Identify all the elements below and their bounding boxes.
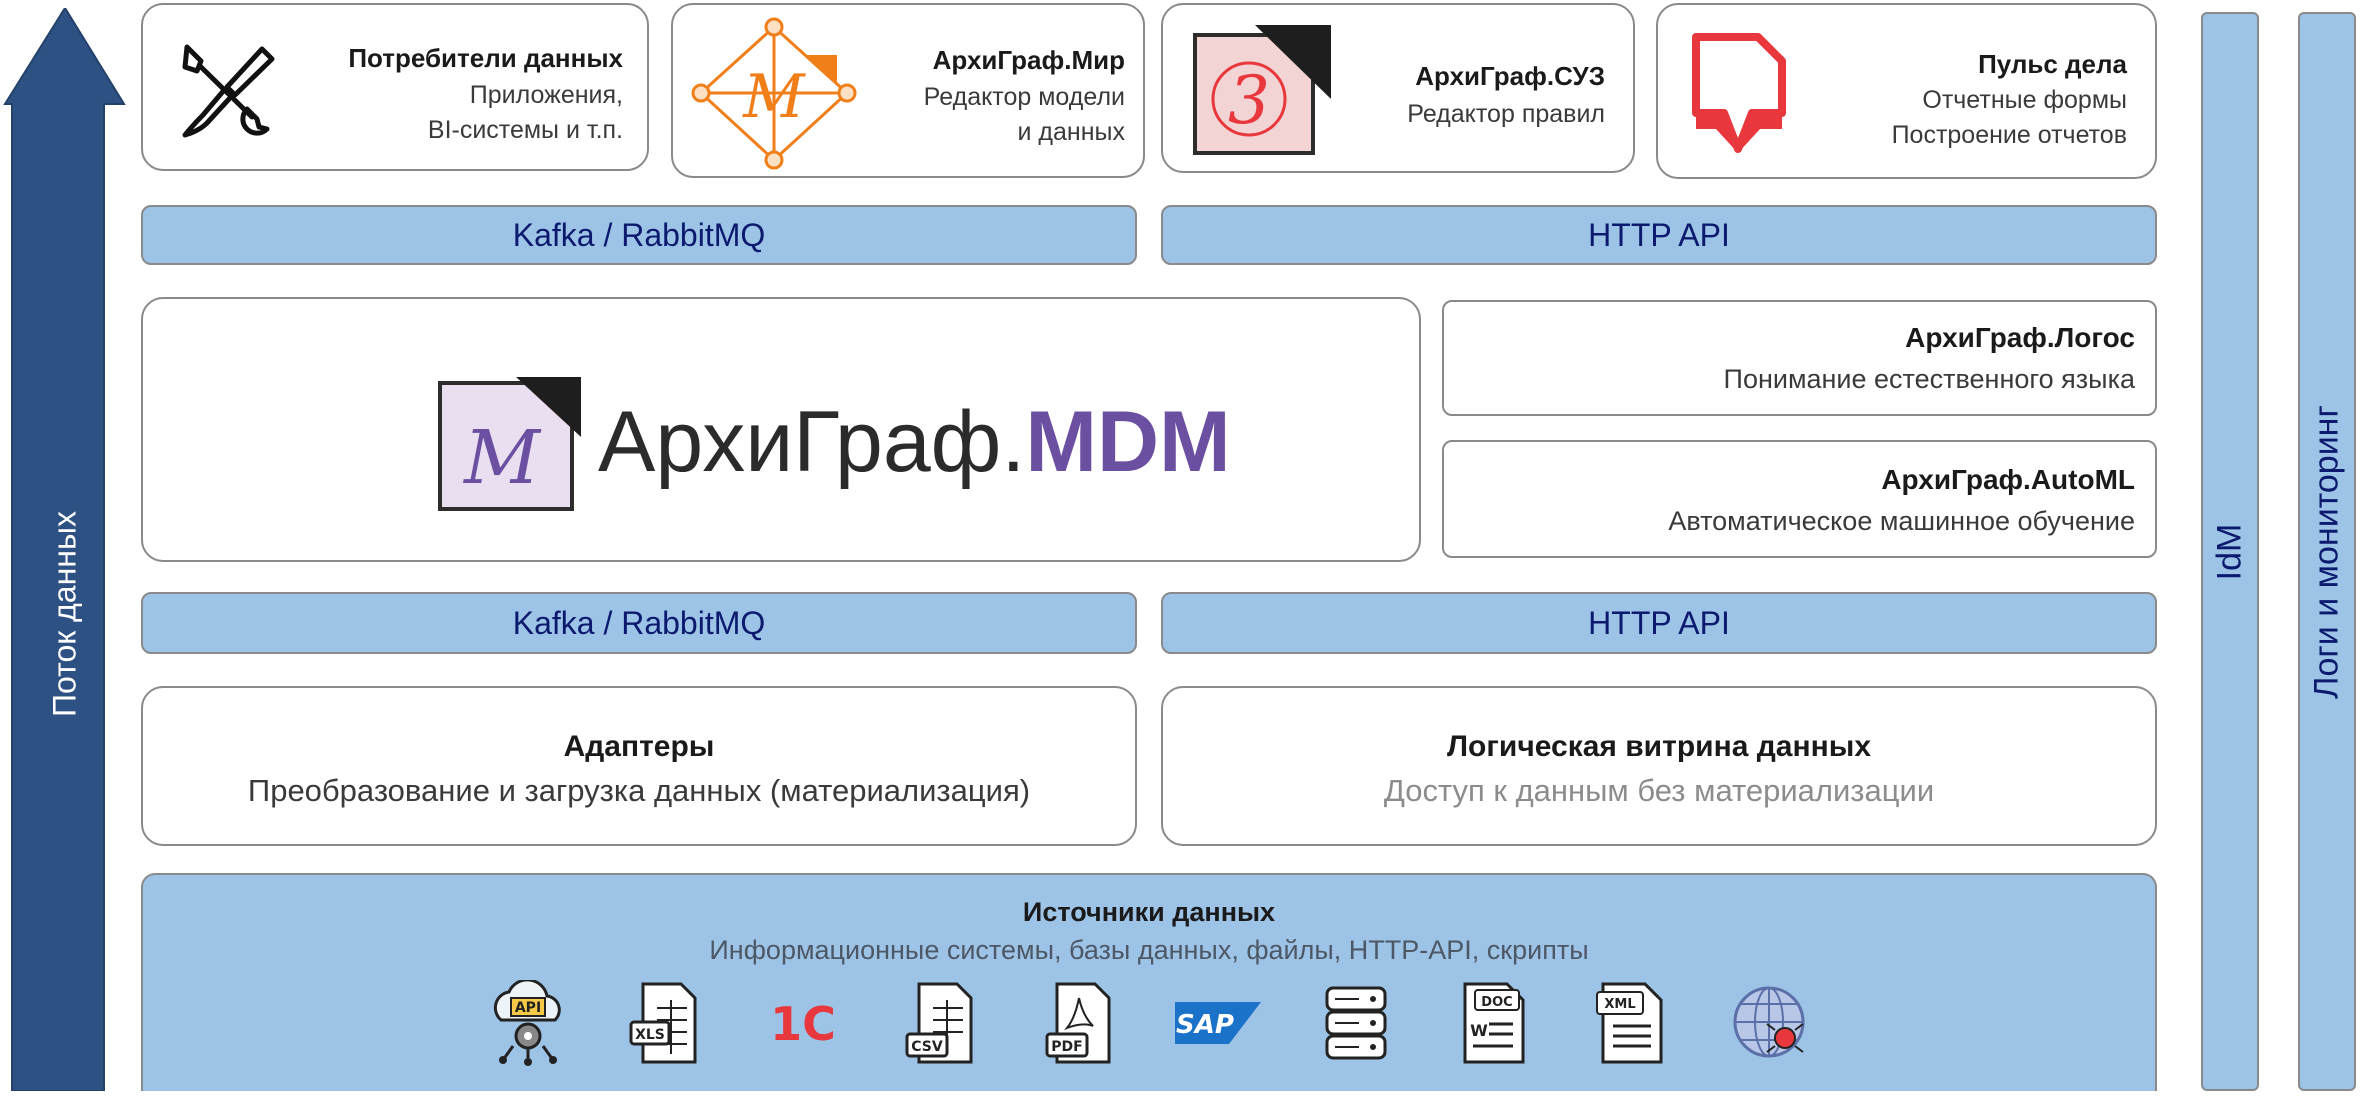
wordmark-suffix: MDM	[1025, 394, 1231, 490]
archigraph-logos-sub: Понимание естественного языка	[1723, 364, 2135, 394]
archigraph-mir-logo: M	[691, 17, 857, 170]
logical-showcase-card: Логическая витрина данных Доступ к данны…	[1161, 686, 2157, 846]
data-consumers-card: Потребители данных Приложения, BI-систем…	[141, 3, 649, 171]
kafka-rabbitmq-bar-bottom: Kafka / RabbitMQ	[141, 592, 1137, 654]
xls-file-icon: XLS	[621, 980, 711, 1066]
csv-icon-label: CSV	[911, 1039, 943, 1055]
svg-text:M: M	[462, 415, 542, 501]
archigraph-automl-sub: Автоматическое машинное обучение	[1668, 506, 2135, 536]
logs-monitoring-label: Логи и мониторинг	[2307, 404, 2346, 699]
sap-logo-label: SAP	[1176, 1010, 1234, 1040]
data-source-icons: API XLS 1С CSV PDF SAP DOC W XML	[143, 978, 2155, 1066]
archigraph-mir-title: АрхиГраф.Мир	[932, 45, 1125, 75]
archigraph-mdm-card: M АрхиГраф.MDM	[141, 297, 1421, 562]
archigraph-mdm-wordmark: АрхиГраф.MDM	[598, 387, 1231, 497]
data-flow-arrow: Поток данных	[0, 6, 130, 1092]
archigraph-automl-card: АрхиГраф.AutoML Автоматическое машинное …	[1442, 440, 2157, 558]
adapters-title: Адаптеры	[563, 730, 715, 763]
data-sources-title: Источники данных	[1022, 897, 1276, 927]
archigraph-automl-title: АрхиГраф.AutoML	[1881, 464, 2135, 495]
wordmark-prefix: АрхиГраф.	[598, 394, 1026, 490]
data-sources-panel: Источники данных Информационные системы,…	[141, 873, 2157, 1091]
adapters-sub: Преобразование и загрузка данных (матери…	[247, 773, 1031, 808]
kafka-rabbitmq-bar-top: Kafka / RabbitMQ	[141, 205, 1137, 265]
api-icon: API	[483, 978, 573, 1066]
csv-file-icon: CSV	[897, 980, 987, 1066]
data-flow-label: Поток данных	[46, 511, 83, 718]
data-sources-sub: Информационные системы, базы данных, фай…	[709, 935, 1589, 965]
doc-file-icon: DOC W	[1449, 980, 1539, 1066]
data-consumers-title: Потребители данных	[348, 43, 623, 73]
pdf-file-icon: PDF	[1035, 980, 1125, 1066]
logical-showcase-sub: Доступ к данным без материализации	[1383, 773, 1935, 808]
logical-showcase-title: Логическая витрина данных	[1447, 730, 1871, 763]
archigraph-mir-line2: и данных	[1017, 118, 1125, 146]
svg-text:W: W	[1470, 1021, 1488, 1040]
http-api-bar-top: HTTP API	[1161, 205, 2157, 265]
1c-logo-label: 1С	[770, 997, 836, 1051]
adapters-card: Адаптеры Преобразование и загрузка данны…	[141, 686, 1137, 846]
idm-label: IdM	[2210, 523, 2249, 580]
puls-dela-logo	[1692, 33, 1786, 153]
api-icon-label: API	[515, 1000, 541, 1016]
archigraph-logos-title: АрхиГраф.Логос	[1905, 322, 2135, 353]
sap-logo: SAP	[1173, 980, 1263, 1066]
web-crawler-icon	[1725, 980, 1815, 1066]
idm-bar: IdM	[2201, 12, 2259, 1091]
archigraph-mdm-logo: M	[438, 377, 581, 511]
xml-icon-label: XML	[1604, 997, 1635, 1012]
archigraph-logos-card: АрхиГраф.Логос Понимание естественного я…	[1442, 300, 2157, 416]
puls-dela-card: Пульс дела Отчетные формы Построение отч…	[1656, 3, 2157, 179]
1c-logo: 1С	[759, 980, 849, 1066]
puls-dela-title: Пульс дела	[1978, 49, 2127, 79]
archigraph-suz-card: 3 АрхиГраф.СУЗ Редактор правил	[1161, 3, 1635, 173]
puls-dela-line1: Отчетные формы	[1922, 86, 2127, 114]
svg-text:3: 3	[1228, 62, 1270, 139]
archigraph-mir-line1: Редактор модели	[923, 83, 1125, 111]
database-icon	[1311, 980, 1401, 1066]
archigraph-mir-card: M АрхиГраф.Мир Редактор модели и данных	[671, 3, 1145, 178]
pdf-icon-label: PDF	[1051, 1039, 1082, 1055]
tools-icon	[182, 44, 275, 138]
data-consumers-line2: BI-системы и т.п.	[427, 116, 623, 144]
archigraph-suz-logo: 3	[1193, 25, 1331, 155]
puls-dela-line2: Построение отчетов	[1891, 121, 2127, 149]
xls-icon-label: XLS	[635, 1027, 665, 1043]
doc-icon-label: DOC	[1481, 995, 1512, 1010]
logs-monitoring-bar: Логи и мониторинг	[2298, 12, 2356, 1091]
data-consumers-line1: Приложения,	[469, 81, 623, 109]
svg-text:M: M	[742, 62, 806, 132]
http-api-bar-bottom: HTTP API	[1161, 592, 2157, 654]
archigraph-suz-line1: Редактор правил	[1407, 100, 1605, 128]
archigraph-suz-title: АрхиГраф.СУЗ	[1415, 61, 1605, 91]
xml-file-icon: XML	[1587, 980, 1677, 1066]
